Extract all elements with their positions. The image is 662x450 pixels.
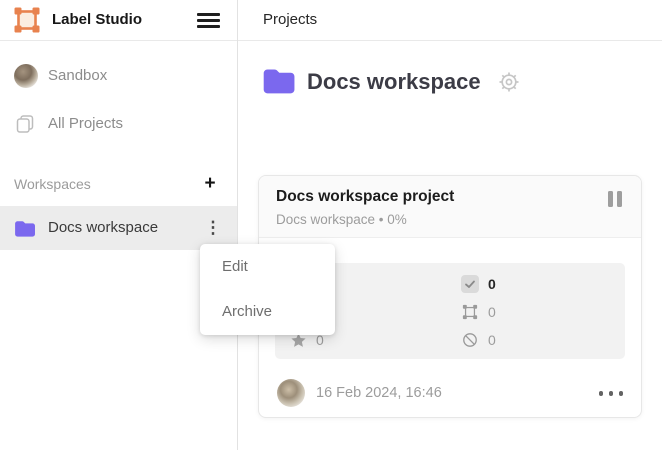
- sidebar: Label Studio Sandbox All Projects Worksp…: [0, 0, 238, 450]
- stat-value-finished: 0: [488, 276, 496, 292]
- workspace-settings-gear-icon[interactable]: [497, 70, 521, 94]
- project-subtitle: Docs workspace • 0%: [276, 212, 407, 227]
- stat-row-finished: 0: [461, 270, 496, 298]
- stat-row-annotations: 0: [461, 298, 496, 326]
- project-more-options-icon[interactable]: [599, 391, 624, 396]
- project-card-header[interactable]: Docs workspace project Docs workspace • …: [259, 176, 641, 238]
- project-created-date: 16 Feb 2024, 16:46: [316, 379, 442, 407]
- creator-avatar: [277, 379, 305, 407]
- workspaces-header-label: Workspaces: [14, 168, 91, 200]
- checkmark-icon: [461, 275, 479, 293]
- sidebar-item-docs-workspace[interactable]: Docs workspace ⋮: [0, 206, 237, 250]
- stacked-documents-icon: [14, 113, 36, 135]
- workspace-title: Docs workspace: [307, 68, 481, 96]
- folder-icon: [262, 66, 296, 94]
- pause-icon: [608, 191, 622, 207]
- stat-row-skipped: 0: [461, 326, 496, 354]
- sidebar-item-all-projects[interactable]: All Projects: [0, 104, 237, 144]
- workspaces-section-header: Workspaces +: [0, 168, 237, 200]
- sidebar-item-label: All Projects: [48, 104, 123, 144]
- stat-value-skipped: 0: [488, 332, 496, 348]
- add-workspace-button[interactable]: +: [199, 168, 221, 200]
- page-title: Projects: [263, 0, 317, 40]
- workspace-title-row: Docs workspace: [238, 60, 662, 104]
- main-top-bar: Projects: [238, 0, 662, 41]
- workspace-name: Docs workspace: [48, 206, 158, 250]
- project-title: Docs workspace project: [276, 188, 454, 206]
- app-title: Label Studio: [52, 0, 142, 40]
- sidebar-item-label: Sandbox: [48, 56, 107, 96]
- menu-item-archive[interactable]: Archive: [200, 289, 335, 334]
- label-studio-app: Label Studio Sandbox All Projects Worksp…: [0, 0, 662, 450]
- slash-circle-icon: [461, 331, 479, 349]
- bounding-box-icon: [461, 303, 479, 321]
- user-avatar: [14, 64, 38, 88]
- menu-item-edit[interactable]: Edit: [200, 244, 335, 289]
- stats-column-right: 0 0: [461, 270, 496, 354]
- workspace-context-menu: Edit Archive: [200, 244, 335, 335]
- sidebar-header: Label Studio: [0, 0, 237, 41]
- label-studio-logo-icon: [14, 7, 40, 33]
- sidebar-item-sandbox[interactable]: Sandbox: [0, 56, 237, 96]
- stat-value-annotations: 0: [488, 304, 496, 320]
- folder-icon: [14, 219, 36, 237]
- menu-icon[interactable]: [197, 13, 220, 28]
